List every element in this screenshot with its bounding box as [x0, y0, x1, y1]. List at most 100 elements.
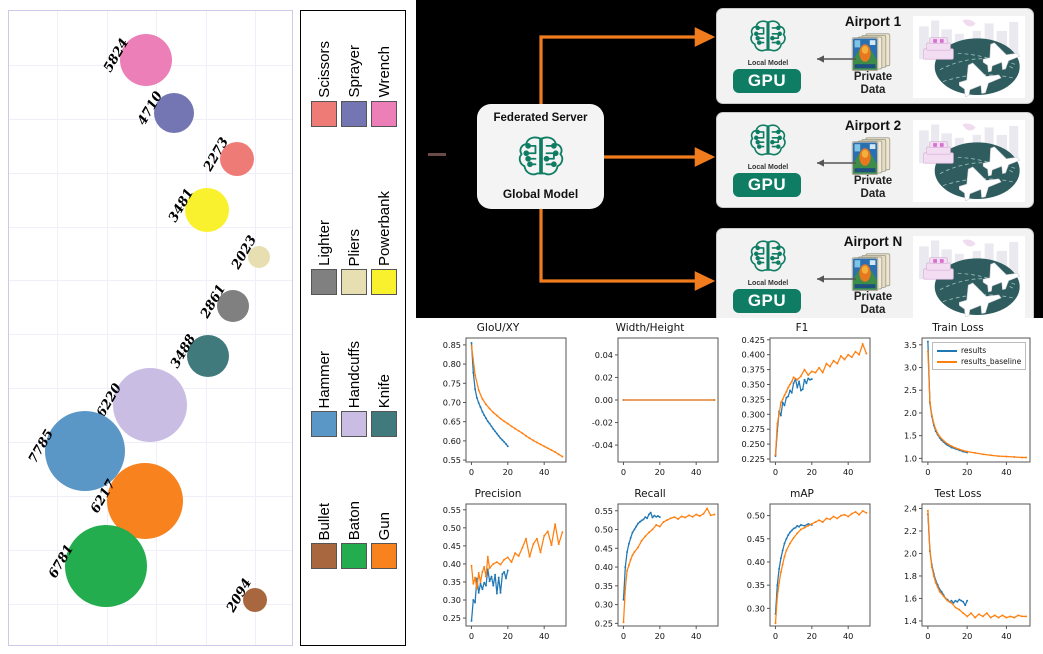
svg-text:0.35: 0.35 [595, 581, 613, 591]
global-model-label: Global Model [502, 187, 579, 201]
svg-text:0.50: 0.50 [443, 523, 461, 533]
svg-text:20: 20 [503, 631, 513, 641]
svg-text:40: 40 [691, 467, 701, 477]
legend-swatch [371, 100, 397, 127]
svg-text:0.45: 0.45 [443, 541, 461, 551]
gpu-badge: GPU [733, 173, 801, 197]
legend-entry-results: results [937, 345, 1021, 356]
svg-text:0.375: 0.375 [742, 365, 765, 375]
client-card-2[interactable]: Local Model GPU Airport 2 Private Data [716, 112, 1034, 208]
airport-image [913, 16, 1025, 98]
airport-image [913, 120, 1025, 202]
svg-text:40: 40 [843, 631, 853, 641]
svg-text:0.65: 0.65 [443, 417, 461, 427]
legend-swatch [341, 269, 367, 296]
local-model-label: Local Model [747, 60, 789, 67]
grid-line-horizontal [9, 280, 292, 282]
svg-text:40: 40 [539, 467, 549, 477]
legend-item-baton[interactable]: Baton [339, 501, 369, 570]
metric-plot-svg: 0.225 0.250 0.275 0.300 0.325 0.350 0.375 0.400… [742, 335, 871, 477]
svg-text:40: 40 [691, 631, 701, 641]
metric-plot-svg: 0.25 0.30 0.35 0.40 0.45 0.50 0.55 0 20 40 [595, 503, 719, 641]
legend-label: Knife [375, 374, 393, 409]
legend-item-pliers[interactable]: Pliers [339, 229, 369, 296]
svg-text:40: 40 [1001, 631, 1011, 641]
legend-item-hammer[interactable]: Hammer [309, 351, 339, 438]
metric-chart-width-height: Width/Height -0.04 -0.02 0.00 0.02 0.04 0 20 40 [574, 322, 726, 488]
svg-text:0.30: 0.30 [595, 600, 613, 610]
legend-group-3: Bullet Baton Gun [309, 501, 399, 570]
legend-swatch [311, 100, 337, 127]
bubble-baton[interactable] [65, 525, 147, 607]
svg-text:0.50: 0.50 [747, 511, 765, 521]
figure-root: 5824 4710 2273 3481 2023 2861 3488 6220 7785 6217… [0, 0, 1043, 654]
legend-entry-label: results_baseline [961, 357, 1022, 366]
svg-text:0.60: 0.60 [443, 436, 461, 446]
svg-text:0.55: 0.55 [443, 455, 461, 465]
svg-text:2.2: 2.2 [904, 526, 917, 536]
legend-line-swatch [937, 349, 957, 352]
bubble-handcuffs[interactable] [113, 368, 187, 442]
brain-circuit-icon [750, 124, 786, 156]
metric-plot-svg: 0.55 0.60 0.65 0.70 0.75 0.80 0.85 0 20 40 [443, 337, 567, 477]
svg-text:20: 20 [655, 631, 665, 641]
svg-text:2.5: 2.5 [904, 385, 917, 395]
local-model-block: Local Model [731, 121, 805, 171]
svg-text:0: 0 [621, 631, 626, 641]
gpu-badge: GPU [733, 69, 801, 93]
svg-text:20: 20 [807, 467, 817, 477]
svg-text:0.75: 0.75 [443, 378, 461, 388]
svg-text:2.0: 2.0 [904, 408, 917, 418]
legend-item-lighter[interactable]: Lighter [309, 220, 339, 296]
svg-text:0.30: 0.30 [747, 603, 765, 613]
svg-text:0.425: 0.425 [742, 335, 765, 345]
legend-swatch [341, 100, 367, 127]
metric-chart-map: mAP 0.30 0.35 0.40 0.45 0.50 0 20 40 [726, 488, 878, 652]
local-model-label: Local Model [747, 164, 789, 171]
metric-chart-test-loss: Test Loss 1.4 1.6 1.8 2.0 2.2 2.4 0 20 40 [878, 488, 1038, 652]
grid-line-horizontal [9, 226, 292, 228]
airport-illustration [913, 236, 1025, 318]
legend-line-swatch [937, 360, 957, 363]
legend-group-1: Lighter Pliers Powerbank [309, 191, 399, 296]
svg-text:0.40: 0.40 [747, 557, 765, 567]
svg-text:0.25: 0.25 [595, 618, 613, 628]
legend-item-gun[interactable]: Gun [369, 512, 399, 570]
svg-text:0.50: 0.50 [595, 525, 613, 535]
legend-swatch [311, 269, 337, 296]
grid-line-horizontal [9, 172, 292, 174]
svg-text:0.400: 0.400 [742, 350, 765, 360]
svg-text:0.300: 0.300 [742, 409, 765, 419]
local-model-label: Local Model [747, 280, 789, 287]
metric-chart-precision: Precision 0.25 0.30 0.35 0.40 0.45 0.50 0.55 0 20… [422, 488, 574, 652]
svg-text:0.40: 0.40 [595, 562, 613, 572]
federated-server-node[interactable]: Federated Server Global Model [477, 104, 604, 209]
brain-circuit-icon [518, 136, 563, 175]
brain-circuit-icon [750, 240, 786, 272]
left-dash-marker [428, 153, 446, 156]
client-card-1[interactable]: Local Model GPU Airport 1 Private Data [716, 8, 1034, 104]
legend-item-handcuffs[interactable]: Handcuffs [339, 341, 369, 438]
legend-item-bullet[interactable]: Bullet [309, 503, 339, 570]
client-card-3[interactable]: Local Model GPU Airport N Private Data [716, 228, 1034, 324]
svg-text:0.45: 0.45 [595, 543, 613, 553]
legend-item-sprayer[interactable]: Sprayer [339, 45, 369, 127]
metric-chart-train-loss: Train Loss 1.0 1.5 2.0 2.5 3.0 3.5 0 20 40 results… [878, 322, 1038, 488]
legend-label: Lighter [315, 220, 333, 267]
metric-chart-giou-xy: GIoU/XY 0.55 0.60 0.65 0.70 0.75 0.80 0.85 0 20 40 [422, 322, 574, 488]
data-to-model-arrow-icon [817, 159, 856, 167]
metric-plot-svg: 0.30 0.35 0.40 0.45 0.50 0 20 40 [747, 503, 871, 641]
bubble-plot-frame: 5824 4710 2273 3481 2023 2861 3488 6220 7785 6217… [8, 10, 293, 646]
legend-item-knife[interactable]: Knife [369, 374, 399, 438]
legend-item-wrench[interactable]: Wrench [369, 46, 399, 127]
legend-swatch [341, 543, 367, 570]
legend-label: Pliers [345, 228, 363, 267]
airport-illustration [913, 120, 1025, 202]
svg-text:40: 40 [539, 631, 549, 641]
legend-item-powerbank[interactable]: Powerbank [369, 191, 399, 296]
svg-text:0: 0 [925, 631, 930, 641]
legend-item-scissors[interactable]: Scissors [309, 41, 339, 127]
svg-text:0.70: 0.70 [443, 397, 461, 407]
svg-text:0: 0 [621, 467, 626, 477]
training-metrics-grid: GIoU/XY 0.55 0.60 0.65 0.70 0.75 0.80 0.85 0 20 40… [416, 318, 1043, 654]
